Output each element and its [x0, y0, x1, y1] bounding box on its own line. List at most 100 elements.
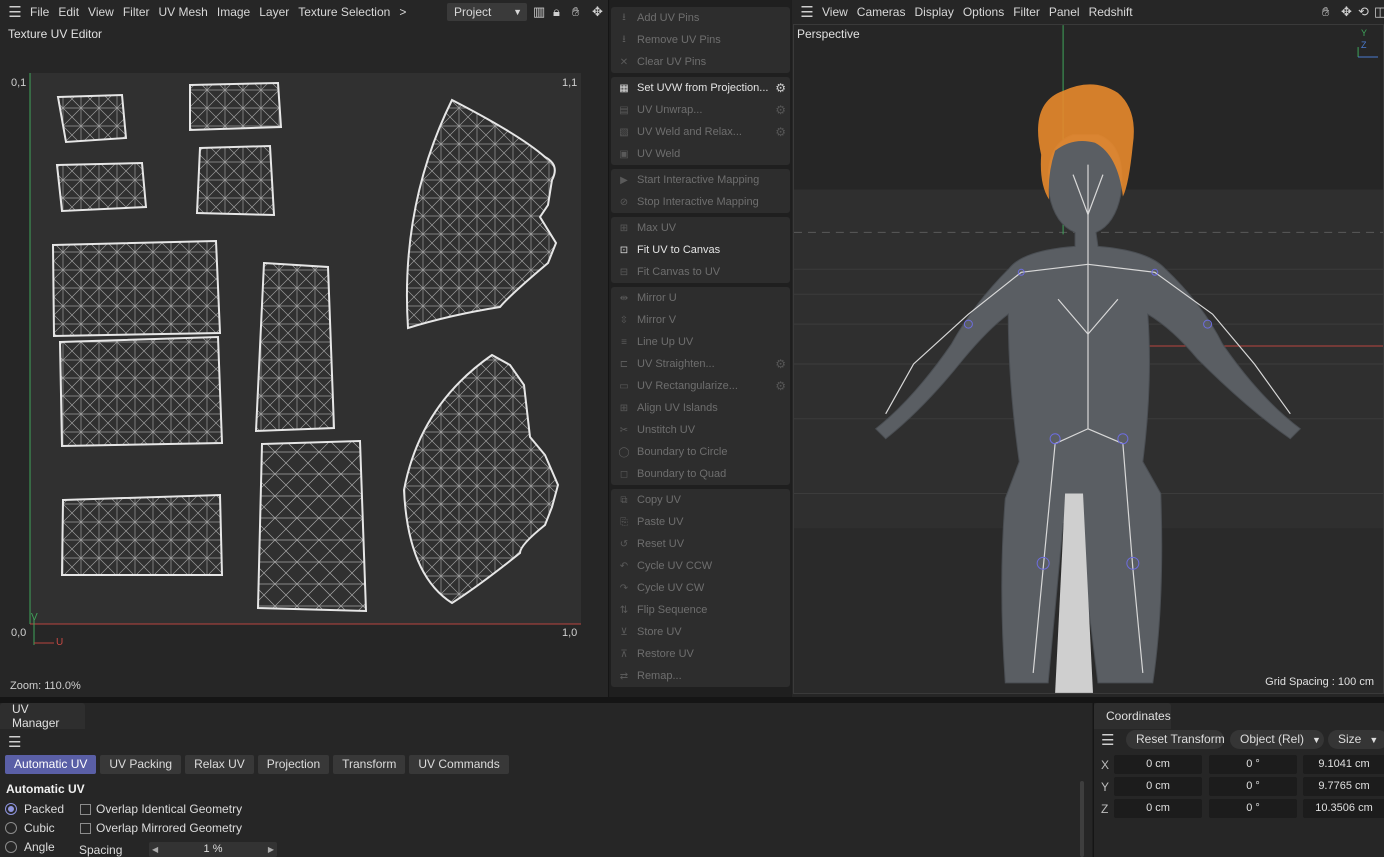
command-cycle-uv-cw[interactable]: ↷ Cycle UV CW: [611, 577, 790, 599]
command-fit-canvas-to-uv[interactable]: ⊟ Fit Canvas to UV: [611, 261, 790, 283]
command-line-up-uv[interactable]: ≡ Line Up UV: [611, 331, 790, 353]
radio-packed[interactable]: Packed: [5, 802, 64, 816]
command-add-uv-pins[interactable]: ⭳ Add UV Pins: [611, 7, 790, 29]
command-label: Line Up UV: [637, 336, 694, 348]
command-uv-rectangularize[interactable]: ▭ UV Rectangularize... ⚙: [611, 375, 790, 397]
subtab-transform[interactable]: Transform: [333, 755, 406, 774]
command-label: Store UV: [637, 626, 682, 638]
subtab-automatic-uv[interactable]: Automatic UV: [5, 755, 97, 774]
rotation-field[interactable]: 0 °: [1209, 799, 1297, 818]
command-flip-sequence[interactable]: ⇅ Flip Sequence: [611, 599, 790, 621]
scrollbar[interactable]: [1080, 781, 1084, 857]
copy-icon: ⧉: [620, 494, 628, 506]
increment-arrow-icon[interactable]: ▶: [268, 842, 274, 857]
subtab-uv-commands[interactable]: UV Commands: [409, 755, 509, 774]
command-store-uv[interactable]: ⊻ Store UV: [611, 621, 790, 643]
tab-coordinates[interactable]: Coordinates: [1094, 703, 1171, 729]
menu-overflow[interactable]: >: [399, 5, 415, 19]
command-remove-uv-pins[interactable]: ⭳ Remove UV Pins: [611, 29, 790, 51]
vp-menu-view[interactable]: View: [822, 5, 857, 19]
position-field[interactable]: 0 cm: [1114, 755, 1202, 774]
viewport-3d[interactable]: [793, 24, 1384, 694]
command-clear-uv-pins[interactable]: ✕ Clear UV Pins: [611, 51, 790, 73]
vp-menu-redshift[interactable]: Redshift: [1089, 5, 1142, 19]
command-stop-interactive-mapping[interactable]: ⊘ Stop Interactive Mapping: [611, 191, 790, 213]
menu-filter[interactable]: Filter: [123, 5, 159, 19]
radio-cubic[interactable]: Cubic: [5, 821, 55, 835]
command-uv-weld[interactable]: ▣ UV Weld: [611, 143, 790, 165]
move-arrows-icon[interactable]: ✥: [1341, 4, 1352, 20]
decrement-arrow-icon[interactable]: ◀: [152, 842, 158, 857]
size-field[interactable]: 9.1041 cm: [1303, 755, 1384, 774]
menu-image[interactable]: Image: [217, 5, 259, 19]
tab-uv-manager[interactable]: UV Manager: [0, 702, 85, 730]
gear-icon[interactable]: ⚙: [775, 81, 786, 95]
checkbox-overlap-mirrored[interactable]: Overlap Mirrored Geometry: [80, 821, 242, 835]
orbit-icon[interactable]: ⟲: [1358, 4, 1369, 20]
move-arrows-icon[interactable]: ✥: [592, 4, 603, 20]
size-select[interactable]: Size ▼: [1328, 730, 1384, 749]
lock-icon[interactable]: 🔒︎: [553, 4, 560, 20]
menu-layer[interactable]: Layer: [259, 5, 298, 19]
uv-canvas[interactable]: [0, 45, 609, 675]
reset-transform-button[interactable]: Reset Transform: [1126, 730, 1225, 749]
subtab-relax-uv[interactable]: Relax UV: [185, 755, 254, 774]
radio-angle[interactable]: Angle: [5, 840, 55, 854]
command-max-uv[interactable]: ⊞ Max UV: [611, 217, 790, 239]
command-uv-unwrap[interactable]: ▤ UV Unwrap... ⚙: [611, 99, 790, 121]
project-select[interactable]: Project ▼: [447, 3, 527, 21]
command-reset-uv[interactable]: ↺ Reset UV: [611, 533, 790, 555]
gear-icon[interactable]: ⚙: [775, 125, 786, 139]
size-field[interactable]: 10.3506 cm: [1303, 799, 1384, 818]
command-start-interactive-mapping[interactable]: ▶ Start Interactive Mapping: [611, 169, 790, 191]
position-field[interactable]: 0 cm: [1114, 777, 1202, 796]
command-mirror-u[interactable]: ⇹ Mirror U: [611, 287, 790, 309]
command-uv-weld-and-relax[interactable]: ▧ UV Weld and Relax... ⚙: [611, 121, 790, 143]
size-field[interactable]: 9.7765 cm: [1303, 777, 1384, 796]
subtab-uv-packing[interactable]: UV Packing: [100, 755, 182, 774]
viewport-menu-hamburger-icon[interactable]: ☰: [792, 3, 822, 21]
vp-menu-display[interactable]: Display: [914, 5, 962, 19]
command-fit-uv-to-canvas[interactable]: ⊡ Fit UV to Canvas: [611, 239, 790, 261]
command-remap[interactable]: ⇄ Remap...: [611, 665, 790, 687]
command-unstitch-uv[interactable]: ✂ Unstitch UV: [611, 419, 790, 441]
vp-menu-options[interactable]: Options: [963, 5, 1013, 19]
menu-file[interactable]: File: [30, 5, 58, 19]
rotation-field[interactable]: 0 °: [1209, 755, 1297, 774]
command-boundary-to-circle[interactable]: ◯ Boundary to Circle: [611, 441, 790, 463]
command-restore-uv[interactable]: ⊼ Restore UV: [611, 643, 790, 665]
vp-menu-filter[interactable]: Filter: [1013, 5, 1049, 19]
vp-menu-panel[interactable]: Panel: [1049, 5, 1089, 19]
pan-hand-icon[interactable]: ✋︎: [572, 4, 579, 20]
checkbox-box: [80, 803, 91, 815]
command-uv-straighten[interactable]: ⊏ UV Straighten... ⚙: [611, 353, 790, 375]
spacing-slider[interactable]: ◀ 1 % ▶: [149, 842, 277, 857]
mode-select[interactable]: Object (Rel) ▼: [1230, 730, 1324, 749]
command-cycle-uv-ccw[interactable]: ↶ Cycle UV CCW: [611, 555, 790, 577]
command-align-uv-islands[interactable]: ⊞ Align UV Islands: [611, 397, 790, 419]
menu-texture-selection[interactable]: Texture Selection: [298, 5, 399, 19]
maximize-icon[interactable]: ◫: [1374, 4, 1384, 20]
rotation-field[interactable]: 0 °: [1209, 777, 1297, 796]
menu-uv-mesh[interactable]: UV Mesh: [159, 5, 217, 19]
gear-icon[interactable]: ⚙: [775, 379, 786, 393]
checkbox-overlap-identical[interactable]: Overlap Identical Geometry: [80, 802, 242, 816]
coordinates-menu-icon[interactable]: ☰: [1101, 731, 1114, 749]
spacing-value: 1 %: [203, 843, 223, 855]
menu-view[interactable]: View: [88, 5, 123, 19]
command-mirror-v[interactable]: ⇳ Mirror V: [611, 309, 790, 331]
gear-icon[interactable]: ⚙: [775, 103, 786, 117]
menu-hamburger-icon[interactable]: ☰: [0, 3, 30, 21]
command-copy-uv[interactable]: ⧉ Copy UV: [611, 489, 790, 511]
position-field[interactable]: 0 cm: [1114, 799, 1202, 818]
menu-edit[interactable]: Edit: [58, 5, 88, 19]
vp-menu-cameras[interactable]: Cameras: [857, 5, 915, 19]
command-boundary-to-quad[interactable]: ◻ Boundary to Quad: [611, 463, 790, 485]
pan-hand-icon[interactable]: ✋︎: [1322, 4, 1329, 20]
uv-manager-menu-icon[interactable]: ☰: [8, 733, 21, 751]
histogram-icon[interactable]: ▥: [533, 4, 545, 20]
command-set-uvw-from-projection[interactable]: ▦ Set UVW from Projection... ⚙: [611, 77, 790, 99]
command-paste-uv[interactable]: ⎘ Paste UV: [611, 511, 790, 533]
subtab-projection[interactable]: Projection: [257, 755, 330, 774]
gear-icon[interactable]: ⚙: [775, 357, 786, 371]
